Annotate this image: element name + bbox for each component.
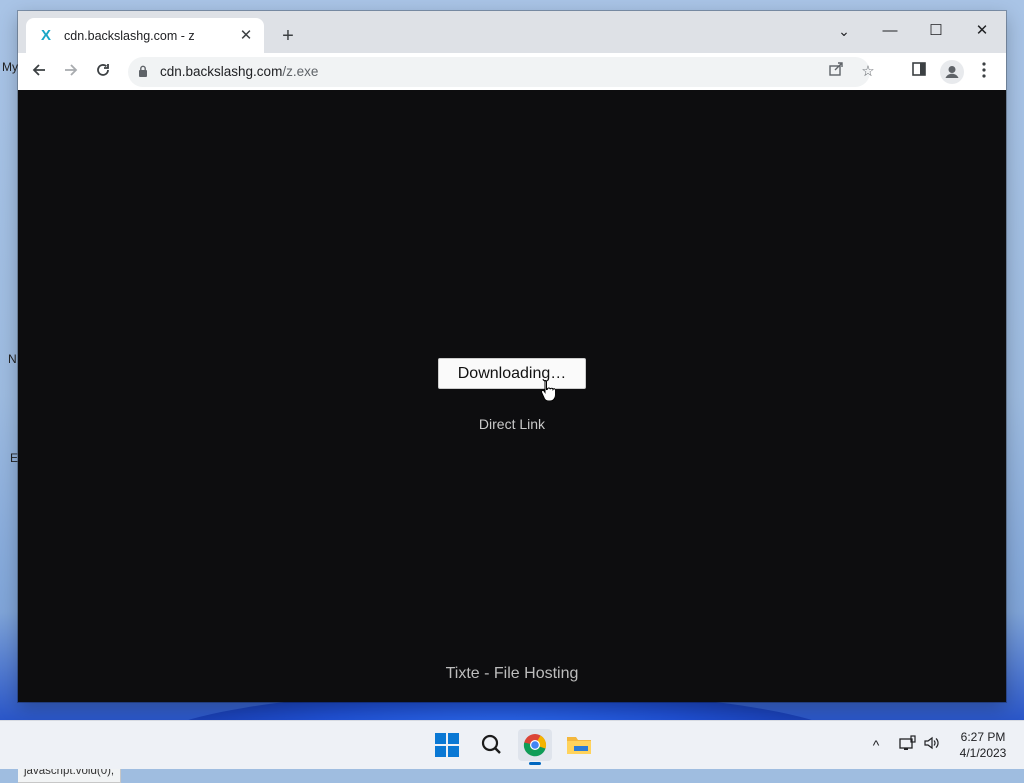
taskbar-clock[interactable]: 6:27 PM 4/1/2023: [948, 729, 1018, 761]
url-host: cdn.backslashg.com: [160, 64, 283, 79]
download-button[interactable]: Downloading…: [438, 358, 586, 389]
browser-window: X cdn.backslashg.com - z ✕ + ⌄ — ☐ ✕ cdn…: [18, 11, 1006, 783]
side-panel-button[interactable]: [906, 59, 932, 85]
search-button[interactable]: [474, 729, 508, 761]
desktop-icon-label-fragment[interactable]: My: [2, 60, 18, 74]
new-tab-button[interactable]: +: [276, 25, 300, 49]
address-url: cdn.backslashg.com/z.exe: [160, 64, 318, 79]
forward-arrow-icon: [65, 64, 78, 76]
browser-toolbar: cdn.backslashg.com/z.exe ☆: [18, 53, 1006, 91]
clock-date: 4/1/2023: [959, 746, 1007, 760]
search-icon: [481, 734, 501, 754]
desktop-icon-label-fragment[interactable]: N: [8, 352, 17, 366]
tab-title: cdn.backslashg.com - z: [64, 28, 195, 43]
address-bar[interactable]: cdn.backslashg.com/z.exe ☆: [128, 57, 875, 87]
show-hidden-icons-chevron-icon[interactable]: ^: [866, 735, 886, 755]
direct-link[interactable]: Direct Link: [18, 416, 1006, 432]
windows-logo-icon: [435, 733, 459, 757]
maximize-button[interactable]: ☐: [918, 17, 954, 45]
minimize-button[interactable]: —: [872, 17, 908, 45]
profile-icon: [945, 66, 959, 78]
browser-tab[interactable]: X cdn.backslashg.com - z ✕: [26, 18, 264, 53]
lock-icon[interactable]: [138, 65, 148, 77]
tixte-favicon-icon: X: [40, 26, 51, 44]
site-footer-text: Tixte - File Hosting: [445, 665, 579, 682]
folder-icon: [567, 737, 591, 754]
desktop-icon-label-fragment[interactable]: E: [10, 451, 18, 465]
kebab-menu-icon: [982, 62, 986, 78]
chrome-taskbar-app[interactable]: [518, 729, 552, 765]
back-arrow-icon: [32, 64, 45, 76]
side-panel-icon: [912, 62, 926, 76]
page-content: Downloading… Direct Link Tixte - File Ho…: [18, 90, 1006, 783]
reload-button[interactable]: [90, 59, 116, 85]
bookmark-star-icon[interactable]: ☆: [857, 61, 879, 83]
start-button[interactable]: [430, 729, 464, 761]
chrome-icon: [523, 734, 547, 757]
clock-time: 6:27 PM: [960, 730, 1006, 744]
share-icon[interactable]: [825, 61, 847, 83]
tab-strip: X cdn.backslashg.com - z ✕ + ⌄ — ☐ ✕: [18, 11, 1006, 53]
profile-avatar-button[interactable]: [940, 60, 964, 84]
taskbar: ^ 6:27 PM 4/1/2023: [0, 720, 1024, 769]
tab-close-icon[interactable]: ✕: [238, 27, 254, 44]
file-explorer-taskbar-app[interactable]: [562, 729, 596, 761]
reload-icon: [97, 64, 109, 76]
url-path: /z.exe: [282, 64, 319, 79]
browser-menu-button[interactable]: [971, 59, 997, 85]
hand-pointer-cursor-icon: [541, 379, 555, 401]
close-window-button[interactable]: ✕: [964, 17, 1000, 45]
forward-button[interactable]: [58, 59, 84, 85]
tab-search-button[interactable]: ⌄: [826, 17, 862, 45]
back-button[interactable]: [26, 59, 52, 85]
volume-icon[interactable]: [922, 735, 942, 755]
network-icon[interactable]: [898, 735, 918, 755]
